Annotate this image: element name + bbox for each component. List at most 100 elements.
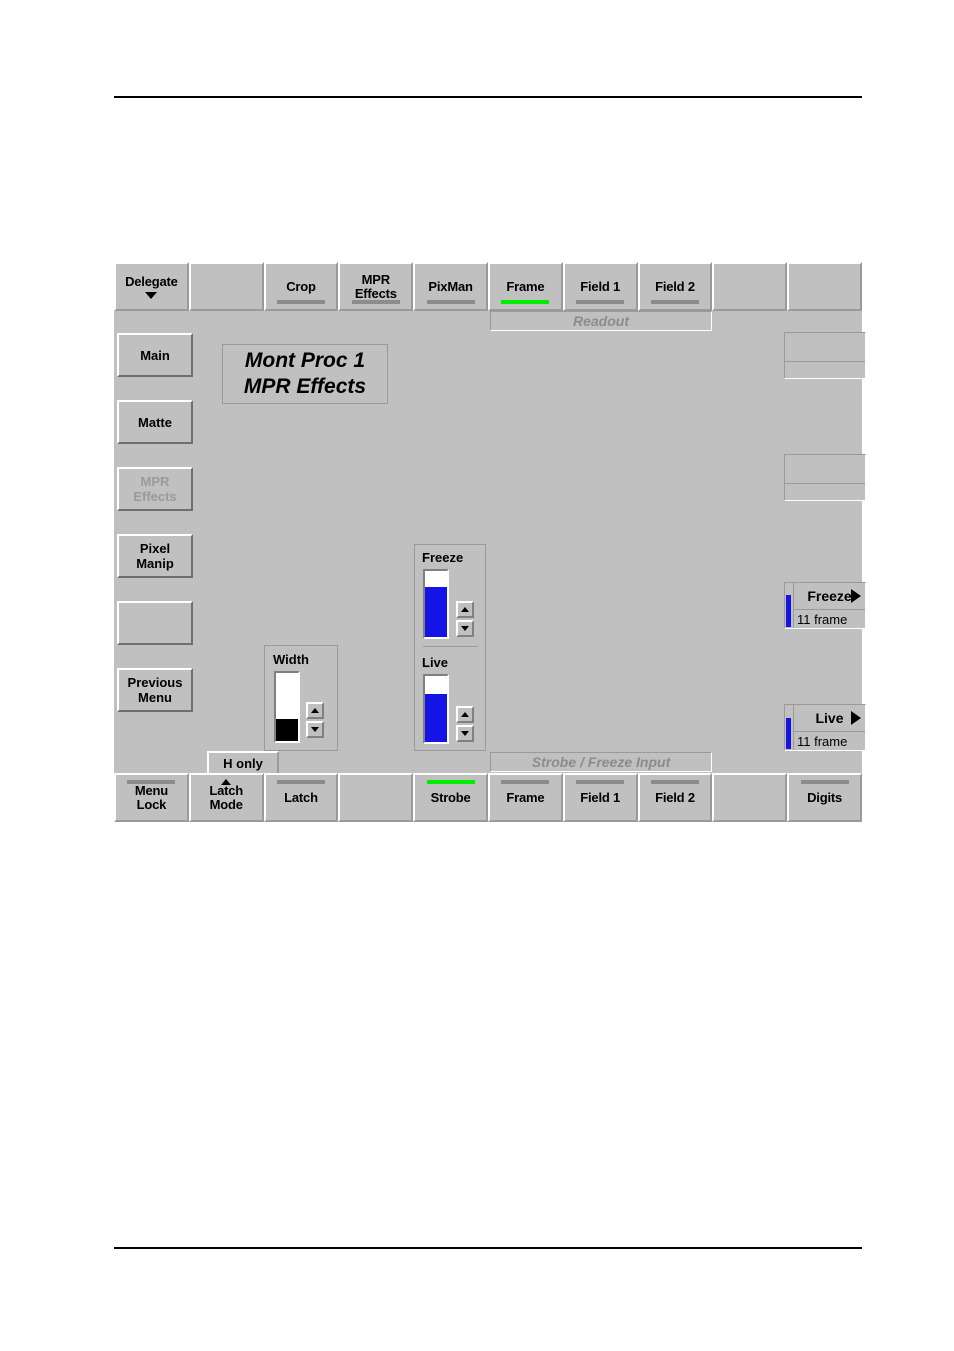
live-readout-bar [785, 705, 794, 750]
softkey-label: Frame [506, 789, 545, 805]
softkey-digits[interactable]: Digits [787, 773, 862, 822]
page-header-rule [114, 96, 862, 98]
triangle-up-icon [461, 712, 469, 717]
readout-widget-live[interactable]: Live 11 frame [784, 704, 866, 751]
softkey-latch-mode[interactable]: Latch Mode [188, 773, 264, 822]
live-readout-bar-fill [786, 718, 791, 749]
menu-button-pixel-manip[interactable]: Pixel Manip [117, 534, 193, 578]
softkey-label: Crop [286, 278, 316, 294]
freeze-live-slider-group: Freeze Live [414, 544, 486, 751]
readout-widget-freeze[interactable]: Freeze 11 frame [784, 582, 866, 629]
freeze-spinner[interactable] [456, 601, 474, 637]
softkey-crop[interactable]: Crop [263, 262, 339, 311]
readout-widget-empty-2[interactable] [784, 454, 866, 501]
live-fader[interactable] [423, 674, 449, 744]
menu-button-mpr-effects[interactable]: MPR Effects [117, 467, 193, 511]
page-title: Mont Proc 1 MPR Effects [222, 344, 388, 404]
softkey-label: Field 2 [655, 789, 695, 805]
softkey-field-1[interactable]: Field 1 [562, 262, 638, 311]
readout-widget-value-area [785, 484, 865, 500]
softkey-frame[interactable]: Frame [487, 262, 563, 311]
softkey-indicator [127, 780, 176, 784]
page-title-line-2: MPR Effects [243, 375, 367, 398]
triangle-up-icon [461, 607, 469, 612]
menu-button-label: MPR Effects [133, 474, 177, 504]
softkey-label: Latch [284, 789, 318, 805]
softkey-indicator [426, 300, 475, 304]
readout-widget-empty-1[interactable] [784, 332, 866, 379]
freeze-spinner-up-button[interactable] [456, 601, 474, 618]
width-spinner[interactable] [306, 702, 324, 738]
freeze-readout-value: 11 frame [797, 611, 848, 627]
width-fader[interactable] [274, 671, 300, 743]
live-readout-name-text: Live [815, 710, 844, 726]
softkey-delegate[interactable]: Delegate [114, 262, 189, 311]
readout-widget-name-area [785, 333, 865, 362]
freeze-slider-label: Freeze [422, 550, 464, 565]
softkey-top-9[interactable] [712, 262, 788, 311]
live-spinner[interactable] [456, 706, 474, 742]
live-readout-body: Live 11 frame [794, 705, 865, 750]
live-fader-fill [425, 693, 447, 742]
softkey-strobe-field-2[interactable]: Field 2 [637, 773, 713, 822]
menu-button-label: Pixel Manip [136, 541, 174, 571]
triangle-down-icon [311, 727, 319, 732]
softkey-label: Frame [506, 278, 545, 294]
width-fader-fill [276, 718, 298, 741]
menu-button-label: Previous Menu [127, 675, 183, 705]
softkey-label: Field 1 [580, 789, 621, 805]
menu-button-matte[interactable]: Matte [117, 400, 193, 444]
freeze-readout-bar-fill [786, 594, 791, 627]
width-spinner-down-button[interactable] [306, 721, 324, 738]
width-slider-label: Width [273, 652, 309, 667]
menu-button-previous-menu[interactable]: Previous Menu [117, 668, 193, 712]
softkey-label: Field 1 [580, 278, 621, 294]
page-title-line-1: Mont Proc 1 [244, 349, 366, 372]
softkey-pixman[interactable]: PixMan [413, 262, 488, 311]
menu-button-main[interactable]: Main [117, 333, 193, 377]
softkey-top-10[interactable] [787, 262, 862, 311]
softkey-label: Field 2 [655, 278, 695, 294]
softkey-top-2[interactable] [188, 262, 264, 311]
softkey-menu-lock[interactable]: Menu Lock [114, 773, 189, 822]
softkey-indicator [501, 780, 550, 784]
softkey-latch[interactable]: Latch [263, 773, 339, 822]
live-spinner-up-button[interactable] [456, 706, 474, 723]
menu-button-label: Main [140, 347, 170, 363]
readout-label-top: Readout [490, 311, 712, 331]
h-only-tab[interactable]: H only [207, 751, 279, 773]
softkey-bottom-9[interactable] [712, 773, 788, 822]
softkey-indicator-active [501, 300, 550, 304]
softkey-label: PixMan [428, 278, 473, 294]
softkey-mpr-effects[interactable]: MPR Effects [338, 262, 414, 311]
control-panel: Delegate Crop MPR Effects PixMan Frame F… [114, 262, 866, 822]
softkey-bottom-4[interactable] [338, 773, 414, 822]
freeze-fader[interactable] [423, 569, 449, 639]
freeze-readout-name: Freeze [794, 583, 865, 610]
freeze-spinner-down-button[interactable] [456, 620, 474, 637]
softkey-field-2[interactable]: Field 2 [637, 262, 713, 311]
freeze-fader-fill [425, 586, 447, 637]
softkey-indicator [800, 780, 849, 784]
softkey-strobe-field-1[interactable]: Field 1 [562, 773, 638, 822]
softkey-indicator-active [426, 780, 475, 784]
softkey-strobe[interactable]: Strobe [413, 773, 488, 822]
softkey-indicator [276, 300, 325, 304]
width-spinner-up-button[interactable] [306, 702, 324, 719]
live-spinner-down-button[interactable] [456, 725, 474, 742]
live-readout-name: Live [794, 705, 865, 732]
softkey-indicator [276, 780, 325, 784]
top-softkey-row: Delegate Crop MPR Effects PixMan Frame F… [114, 262, 862, 311]
live-readout-value: 11 frame [797, 733, 848, 749]
softkey-indicator [576, 300, 625, 304]
triangle-right-icon [851, 711, 861, 725]
freeze-readout-name-text: Freeze [807, 588, 852, 604]
bottom-softkey-row: Menu Lock Latch Mode Latch Strobe Frame … [114, 773, 862, 822]
triangle-down-icon [461, 731, 469, 736]
freeze-readout-bar [785, 583, 794, 628]
softkey-label: Delegate [125, 273, 178, 289]
readout-label-bottom: Strobe / Freeze Input [490, 752, 712, 772]
menu-button-empty[interactable] [117, 601, 193, 645]
softkey-strobe-frame[interactable]: Frame [487, 773, 563, 822]
softkey-label: MPR Effects [354, 271, 397, 301]
